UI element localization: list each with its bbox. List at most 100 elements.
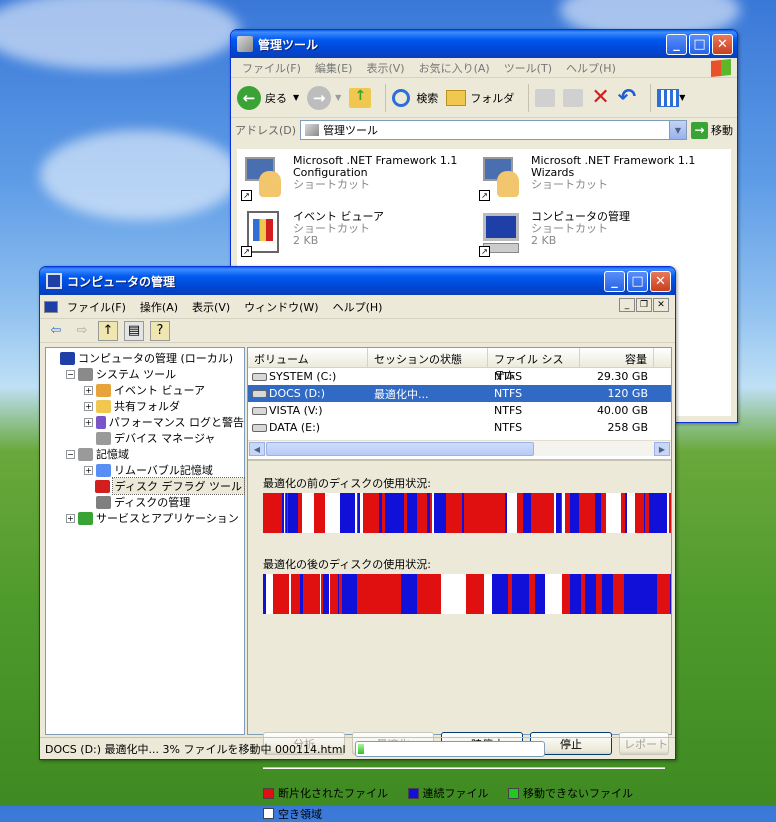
scroll-right-icon[interactable]: ▶ [654, 442, 670, 456]
tree-item[interactable]: − システム ツール [46, 366, 244, 382]
help-icon[interactable]: ? [150, 320, 170, 341]
folders-label: フォルダ [470, 91, 515, 105]
tree-item[interactable]: ディスク デフラグ ツール [46, 477, 246, 495]
shortcut-computer-management[interactable]: ↗ コンピュータの管理 ショートカット 2 KB [479, 211, 709, 257]
volume-row[interactable]: SYSTEM (C:) NTFS 29.30 GB [248, 368, 671, 385]
forward-dropdown-icon[interactable]: ▼ [335, 93, 341, 102]
address-value: 管理ツール [323, 124, 379, 137]
mdi-minimize-button[interactable]: _ [619, 298, 635, 312]
expand-icon[interactable]: + [66, 513, 75, 523]
copy-to-button[interactable] [563, 88, 584, 107]
views-dropdown-icon: ▼ [679, 93, 686, 102]
shortcut-event-viewer[interactable]: ↗ イベント ビューア ショートカット 2 KB [241, 211, 471, 257]
close-icon: ✕ [655, 273, 666, 289]
back-button[interactable]: ← 戻る ▼ [237, 85, 299, 110]
move-to-button[interactable] [535, 88, 556, 107]
views-button[interactable]: ▼ [657, 88, 686, 107]
expand-icon[interactable]: + [84, 401, 93, 411]
mdi-close-button[interactable]: ✕ [653, 298, 669, 312]
tree-item[interactable]: + サービスとアプリケーション [46, 510, 244, 526]
tree-item[interactable]: − 記憶域 [46, 446, 244, 462]
menu-help[interactable]: ヘルプ(H) [326, 299, 390, 315]
capacity: 29.30 GB [596, 370, 648, 383]
col-capacity[interactable]: 容量 [580, 348, 654, 367]
menu-window[interactable]: ウィンドウ(W) [237, 299, 325, 315]
collapse-icon[interactable]: − [66, 369, 75, 379]
menu-file[interactable]: ファイル(F) [60, 299, 133, 315]
volume-row[interactable]: DOCS (D:) 最適化中... NTFS 120 GB [248, 385, 671, 402]
disk-cluster-segment [325, 493, 340, 533]
col-volume[interactable]: ボリューム [248, 348, 368, 367]
tree-item[interactable]: + 共有フォルダ [46, 398, 244, 414]
expand-icon[interactable]: + [84, 417, 93, 427]
maximize-button[interactable]: □ [689, 33, 710, 55]
shortcut-net-config[interactable]: ↗ Microsoft .NET Framework 1.1 Configura… [241, 155, 471, 201]
admin-titlebar[interactable]: 管理ツール _ □ ✕ [231, 30, 737, 58]
address-input[interactable]: 管理ツール ▼ [300, 120, 687, 140]
folders-button[interactable]: フォルダ [446, 89, 515, 106]
volume-row[interactable]: DATA (E:) NTFS 258 GB [248, 419, 671, 436]
close-button[interactable]: ✕ [650, 270, 671, 292]
menu-tools[interactable]: ツール(T) [497, 60, 559, 76]
col-file-system[interactable]: ファイル システム [488, 348, 580, 382]
computer-management-window[interactable]: コンピュータの管理 _ □ ✕ ファイル(F) 操作(A) 表示(V) ウィンド… [39, 266, 676, 821]
scroll-left-icon[interactable]: ◀ [249, 442, 265, 456]
shortcut-net-wizards[interactable]: ↗ Microsoft .NET Framework 1.1 Wizards シ… [479, 155, 709, 201]
windows-logo-icon [711, 58, 731, 77]
menu-edit[interactable]: 編集(E) [308, 60, 360, 76]
disk-cluster-segment [550, 574, 561, 614]
tree-item[interactable]: ディスクの管理 [46, 494, 244, 510]
mdi-restore-button[interactable]: ❐ [636, 298, 652, 312]
maximize-icon: □ [631, 273, 644, 289]
delete-button[interactable]: ✕ [591, 85, 609, 110]
menu-help[interactable]: ヘルプ(H) [559, 60, 623, 76]
go-label: 移動 [711, 124, 733, 137]
volume-name: VISTA (V:) [269, 404, 323, 417]
menu-file[interactable]: ファイル(F) [235, 60, 308, 76]
up-level-icon[interactable]: ↑ [98, 320, 118, 341]
volume-row[interactable]: VISTA (V:) NTFS 40.00 GB [248, 402, 671, 419]
disk-cluster-segment [347, 574, 357, 614]
volume-list: SYSTEM (C:) NTFS 29.30 GB DOCS (D:) 最適化中... N… [248, 368, 671, 436]
close-button[interactable]: ✕ [712, 33, 733, 55]
address-dropdown-icon[interactable]: ▼ [669, 121, 686, 139]
tree-item[interactable]: + リムーバブル記憶域 [46, 462, 244, 478]
menu-favorites[interactable]: お気に入り(A) [412, 60, 497, 76]
collapse-icon[interactable]: − [66, 449, 75, 459]
expand-icon[interactable]: + [84, 385, 93, 395]
horizontal-scrollbar[interactable]: ◀ ▶ [248, 440, 671, 456]
close-icon: ✕ [717, 36, 728, 52]
back-dropdown-icon[interactable]: ▼ [293, 93, 299, 102]
drive-icon [252, 372, 267, 381]
expand-icon[interactable]: + [84, 465, 93, 475]
scroll-thumb[interactable] [266, 442, 534, 456]
col-session-state[interactable]: セッションの状態 [368, 348, 488, 367]
menu-view[interactable]: 表示(V) [359, 60, 411, 76]
disk-cluster-segment [434, 574, 441, 614]
minimize-button[interactable]: _ [666, 33, 687, 55]
tree-item[interactable]: + パフォーマンス ログと警告 [46, 414, 244, 430]
up-folder-button[interactable]: ↑ [349, 87, 372, 108]
go-button[interactable]: → 移動 [691, 121, 733, 139]
defrag-pane: ボリューム セッションの状態 ファイル システム 容量 SYSTEM (C:) N… [247, 347, 672, 821]
minimize-button[interactable]: _ [604, 270, 625, 292]
tree-item[interactable]: + イベント ビューア [46, 382, 244, 398]
show-tree-icon[interactable]: ▤ [124, 320, 144, 341]
computer-management-icon: ↗ [479, 211, 525, 257]
delete-x-icon: ✕ [591, 85, 610, 110]
tree-item-label: システム ツール [96, 368, 177, 381]
menu-view[interactable]: 表示(V) [185, 299, 237, 315]
disk-cluster-segment [562, 574, 570, 614]
disk-cluster-segment [635, 493, 644, 533]
forward-arrow-icon[interactable]: ⇨ [72, 321, 92, 341]
search-button[interactable]: 検索 [392, 88, 438, 107]
comp-titlebar[interactable]: コンピュータの管理 _ □ ✕ [40, 267, 675, 295]
tree-item[interactable]: デバイス マネージャ [46, 430, 244, 446]
menu-action[interactable]: 操作(A) [133, 299, 185, 315]
back-arrow-icon[interactable]: ⇦ [46, 321, 66, 341]
undo-button[interactable]: ↶ [618, 85, 636, 110]
maximize-button[interactable]: □ [627, 270, 648, 292]
tree-item[interactable]: コンピュータの管理 (ローカル) [46, 350, 244, 366]
forward-button[interactable]: → ▼ [307, 85, 341, 110]
disk-cluster-segment [407, 493, 417, 533]
